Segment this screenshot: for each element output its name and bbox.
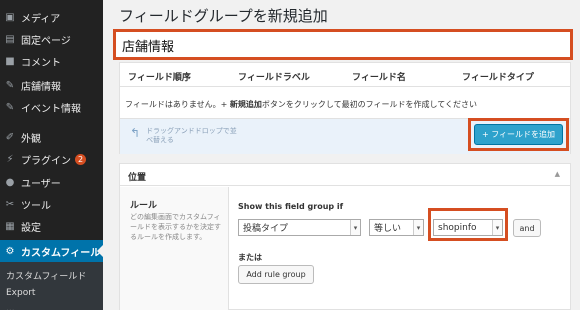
- column-header-order: フィールド順序: [128, 73, 191, 83]
- triangle-up-icon[interactable]: ▲: [555, 170, 560, 178]
- no-fields-message: フィールドはありません。+ 新規追加ボタンをクリックして最初のフィールドを作成し…: [125, 99, 477, 110]
- rule-label: ルール: [130, 201, 158, 211]
- or-label: または: [238, 253, 262, 262]
- comment-icon: ■: [5, 55, 15, 67]
- sidebar-item-label: プラグイン: [21, 155, 71, 167]
- operator-select-value: 等しい: [374, 224, 402, 234]
- curved-arrow-icon: ↰: [130, 126, 141, 140]
- fields-table-header: フィールド順序 フィールドラベル フィールド名 フィールドタイプ: [120, 63, 570, 87]
- drag-hint-text: ドラッグアンドドロップで並 べ替える: [146, 127, 237, 145]
- operator-select[interactable]: 等しい ▾: [369, 219, 424, 236]
- no-fields-text-bold: 新規追加: [229, 100, 262, 109]
- gear-icon: ⚙: [5, 245, 15, 257]
- media-icon: ▣: [5, 11, 15, 23]
- pin-icon: ✎: [5, 79, 15, 91]
- param-select[interactable]: 投稿タイプ ▾: [238, 219, 361, 236]
- drag-hint-line-1: ドラッグアンドドロップで並: [146, 127, 237, 135]
- drag-hint-line-2: べ替える: [146, 136, 174, 144]
- column-header-name: フィールド名: [352, 73, 406, 83]
- rule-description: どの編集画面でカスタムフィールドを表示するかを決定するルールを作成します。: [130, 213, 221, 241]
- sidebar-item-media[interactable]: ▣ メディア: [0, 6, 103, 28]
- column-header-type: フィールドタイプ: [462, 73, 534, 83]
- sidebar-item-tools[interactable]: ✂ ツール: [0, 193, 103, 215]
- sidebar-item-comments[interactable]: ■ コメント: [0, 50, 103, 72]
- location-title: 位置: [128, 173, 147, 183]
- sidebar-item-plugins[interactable]: ⚡ プラグイン 2: [0, 148, 103, 170]
- sidebar-item-label: 外観: [21, 133, 41, 145]
- admin-sidebar: ▣ メディア ▤ 固定ページ ■ コメント ✎ 店舗情報 ✎ イベント情報 ✐ …: [0, 0, 103, 310]
- select-arrow-icon: ▾: [413, 220, 423, 235]
- sidebar-item-label: カスタムフィール: [21, 247, 101, 259]
- no-fields-text-start: フィールドはありません。+: [125, 100, 230, 109]
- select-arrow-icon: ▾: [350, 220, 360, 235]
- location-panel: 位置 ▲ ルール どの編集画面でカスタムフィールドを表示するかを決定するルールを…: [119, 163, 571, 310]
- add-rule-group-button[interactable]: Add rule group: [238, 265, 314, 284]
- sidebar-item-custom-fields[interactable]: ⚙ カスタムフィール: [0, 240, 103, 262]
- and-button[interactable]: and: [513, 219, 541, 237]
- active-menu-arrow: [97, 245, 103, 257]
- column-header-label: フィールドラベル: [238, 73, 310, 83]
- value-select[interactable]: shopinfo ▾: [433, 219, 503, 236]
- sidebar-item-label: ユーザー: [21, 178, 61, 190]
- sidebar-item-label: ツール: [21, 200, 51, 212]
- sidebar-item-appearance[interactable]: ✐ 外観: [0, 126, 103, 148]
- add-field-highlight: + フィールドを追加: [468, 118, 569, 151]
- user-icon: ●: [5, 176, 15, 188]
- drag-hint: ↰ ドラッグアンドドロップで並 べ替える: [130, 127, 237, 145]
- pin-icon: ✎: [5, 101, 15, 113]
- submenu-item-more[interactable]: ...: [6, 304, 15, 310]
- param-select-value: 投稿タイプ: [243, 224, 289, 234]
- page-icon: ▤: [5, 33, 15, 45]
- rules-label-column: ルール どの編集画面でカスタムフィールドを表示するかを決定するルールを作成します…: [120, 187, 229, 310]
- sidebar-item-shopinfo[interactable]: ✎ 店舗情報: [0, 74, 103, 96]
- sidebar-item-label: 設定: [21, 222, 41, 234]
- value-select-value: shopinfo: [438, 222, 477, 233]
- no-fields-text-end: ボタンをクリックして最初のフィールドを作成してください: [261, 100, 477, 109]
- field-group-title-field[interactable]: 店舗情報: [113, 29, 573, 60]
- sidebar-item-pages[interactable]: ▤ 固定ページ: [0, 28, 103, 50]
- wrench-icon: ✂: [5, 198, 15, 210]
- page-title: フィールドグループを新規追加: [119, 7, 328, 25]
- sidebar-item-label: コメント: [21, 57, 61, 69]
- settings-icon: ▦: [5, 220, 15, 232]
- sidebar-item-label: 店舗情報: [21, 81, 61, 93]
- sidebar-item-label: メディア: [21, 13, 61, 25]
- sidebar-item-label: 固定ページ: [21, 35, 71, 47]
- custom-fields-submenu: カスタムフィールド Export ...: [0, 262, 103, 310]
- show-if-label: Show this field group if: [238, 202, 344, 211]
- plugin-icon: ⚡: [6, 153, 14, 165]
- sidebar-item-events[interactable]: ✎ イベント情報: [0, 96, 103, 118]
- update-count-badge: 2: [75, 153, 86, 165]
- field-group-title-value[interactable]: 店舗情報: [122, 36, 174, 55]
- sidebar-item-users[interactable]: ● ユーザー: [0, 171, 103, 193]
- submenu-item-custom-fields[interactable]: カスタムフィールド: [6, 269, 86, 282]
- brush-icon: ✐: [5, 131, 15, 143]
- location-panel-header[interactable]: 位置 ▲: [120, 164, 570, 186]
- select-arrow-icon: ▾: [492, 220, 502, 235]
- sidebar-item-label: イベント情報: [21, 103, 81, 115]
- submenu-item-export[interactable]: Export: [6, 288, 35, 298]
- sidebar-item-settings[interactable]: ▦ 設定: [0, 215, 103, 237]
- add-field-button[interactable]: + フィールドを追加: [474, 124, 563, 145]
